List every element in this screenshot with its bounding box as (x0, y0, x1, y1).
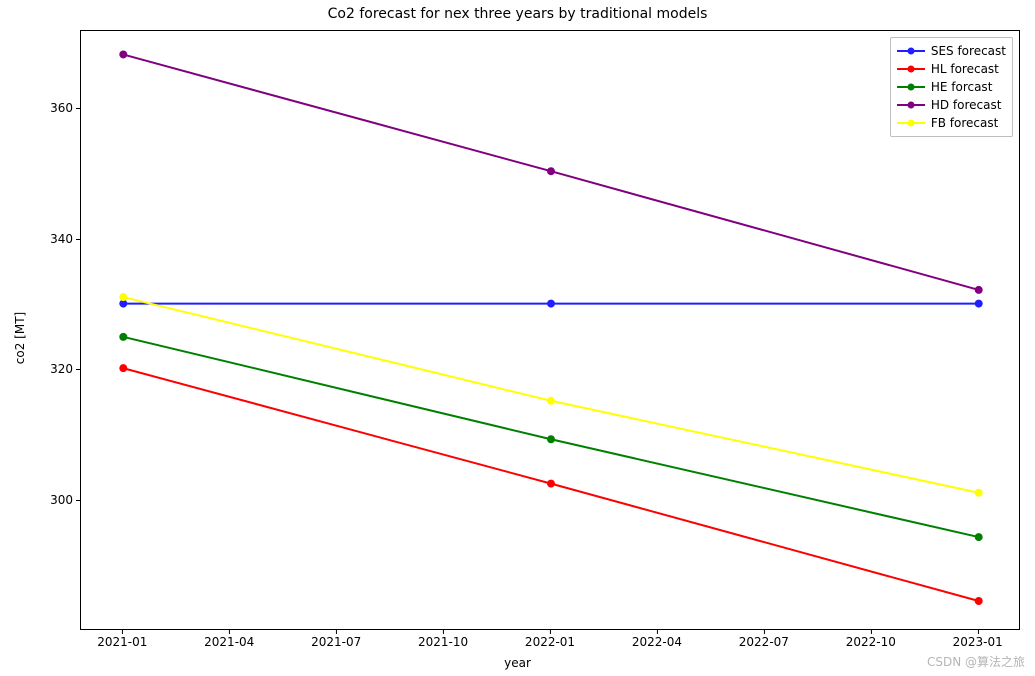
series-marker (119, 333, 127, 341)
series-marker (975, 300, 983, 308)
chart-title: Co2 forecast for nex three years by trad… (0, 6, 1035, 22)
series-marker (119, 50, 127, 58)
series-marker (547, 167, 555, 175)
legend-swatch (897, 80, 925, 94)
series-marker (119, 293, 127, 301)
x-axis-label: year (0, 656, 1035, 670)
legend-label: HL forecast (931, 62, 999, 76)
legend-entry: FB forecast (897, 114, 1006, 132)
x-tick: 2022-01 (525, 635, 575, 649)
series-marker (547, 435, 555, 443)
legend-swatch (897, 116, 925, 130)
x-tick: 2022-04 (632, 635, 682, 649)
legend-entry: HD forecast (897, 96, 1006, 114)
legend-entry: HL forecast (897, 60, 1006, 78)
x-tick: 2021-07 (311, 635, 361, 649)
legend-label: SES forecast (931, 44, 1006, 58)
series-marker (547, 480, 555, 488)
plot-area: SES forecast HL forecast HE forcast HD fore… (80, 30, 1020, 630)
series-line (123, 297, 978, 493)
x-tick: 2023-01 (953, 635, 1003, 649)
x-tick: 2022-07 (739, 635, 789, 649)
y-tick: 360 (13, 101, 73, 115)
legend-label: HE forcast (931, 80, 993, 94)
series-marker (975, 597, 983, 605)
legend-swatch (897, 44, 925, 58)
x-tick: 2021-10 (418, 635, 468, 649)
series-marker (975, 533, 983, 541)
legend: SES forecast HL forecast HE forcast HD fore… (890, 37, 1013, 137)
y-axis-label: co2 [MT] (13, 312, 27, 364)
series-marker (975, 286, 983, 294)
legend-entry: SES forecast (897, 42, 1006, 60)
series-marker (119, 364, 127, 372)
series-marker (975, 489, 983, 497)
legend-label: HD forecast (931, 98, 1002, 112)
chart-figure: Co2 forecast for nex three years by trad… (0, 0, 1035, 676)
legend-swatch (897, 62, 925, 76)
x-tick: 2022-10 (846, 635, 896, 649)
series-marker (547, 300, 555, 308)
y-tick: 300 (13, 493, 73, 507)
y-tick: 340 (13, 232, 73, 246)
legend-label: FB forecast (931, 116, 998, 130)
y-tick: 320 (13, 362, 73, 376)
legend-entry: HE forcast (897, 78, 1006, 96)
legend-swatch (897, 98, 925, 112)
plot-svg (81, 31, 1019, 629)
series-marker (547, 397, 555, 405)
x-tick: 2021-04 (204, 635, 254, 649)
x-tick: 2021-01 (97, 635, 147, 649)
